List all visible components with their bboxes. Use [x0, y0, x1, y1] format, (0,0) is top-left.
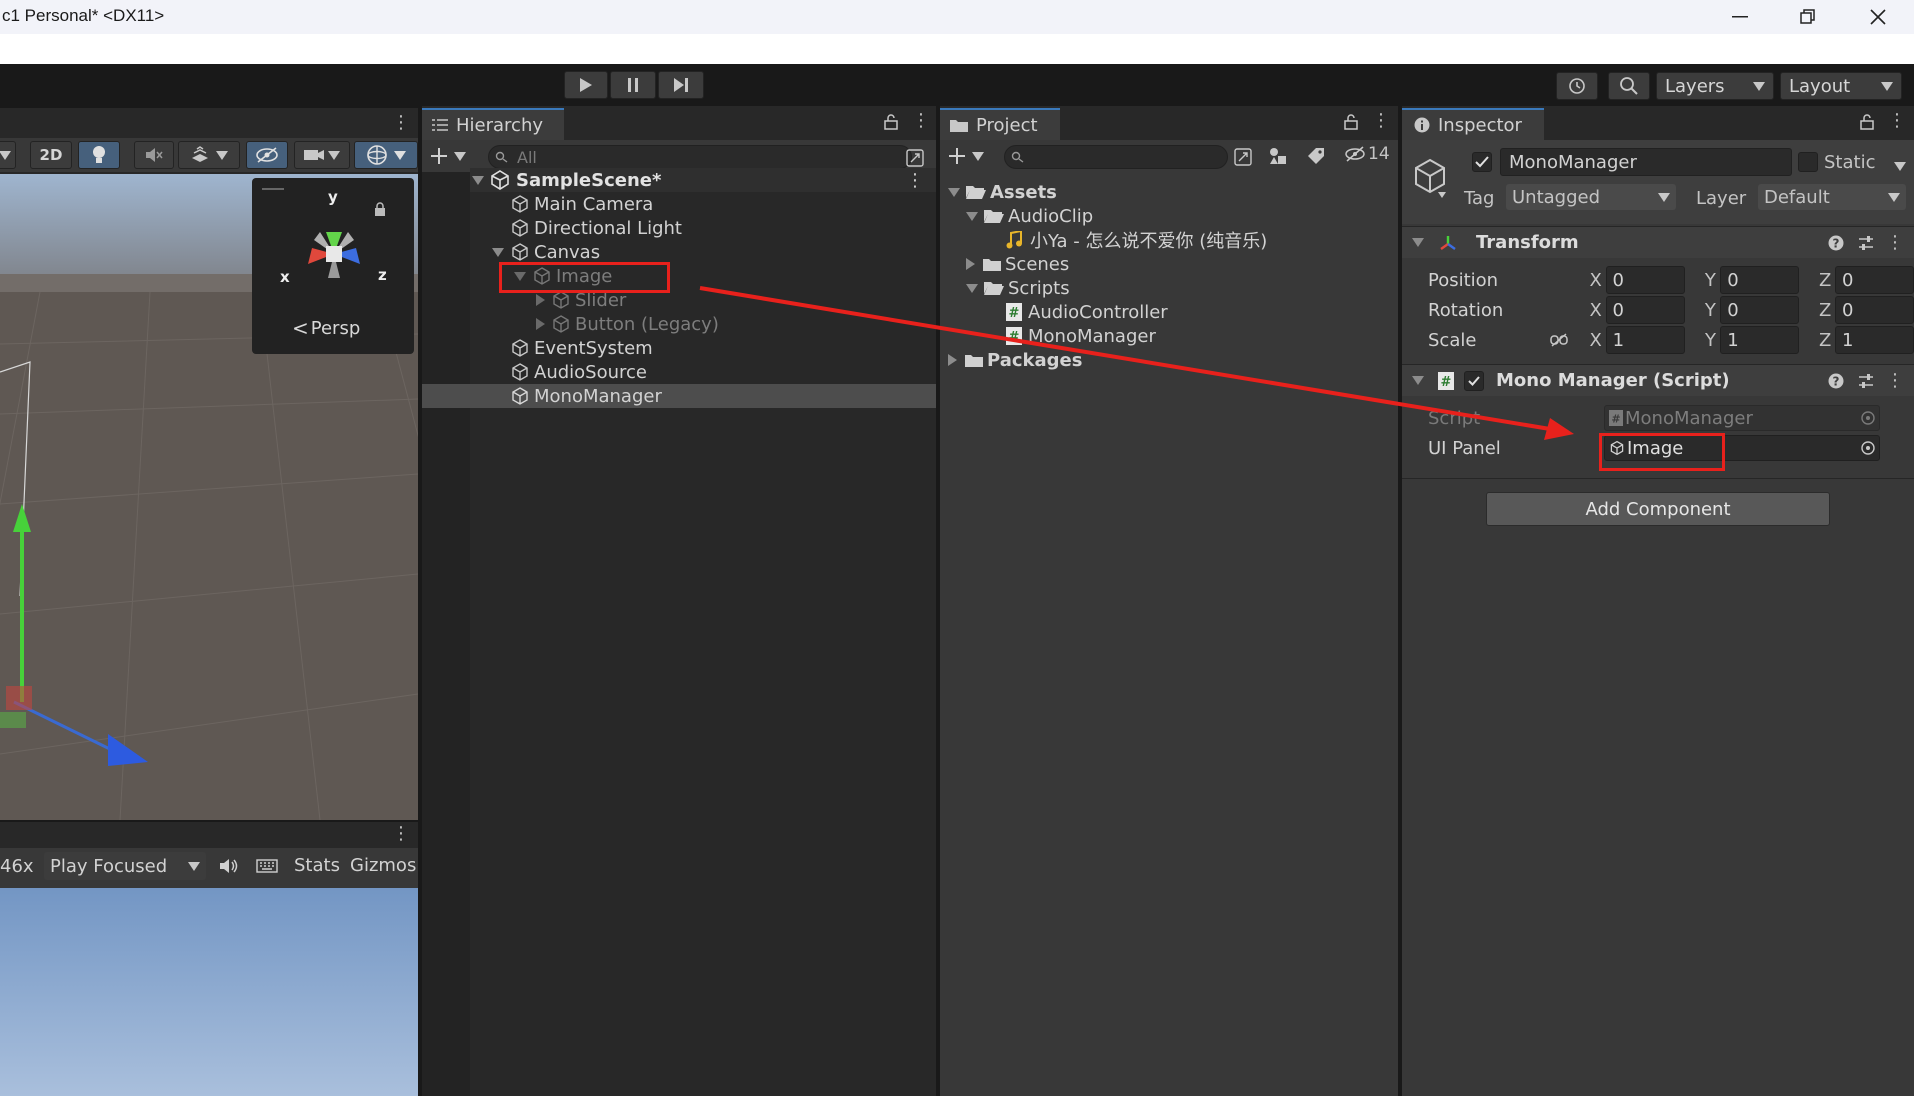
annotation-arrow: [699, 286, 1574, 440]
